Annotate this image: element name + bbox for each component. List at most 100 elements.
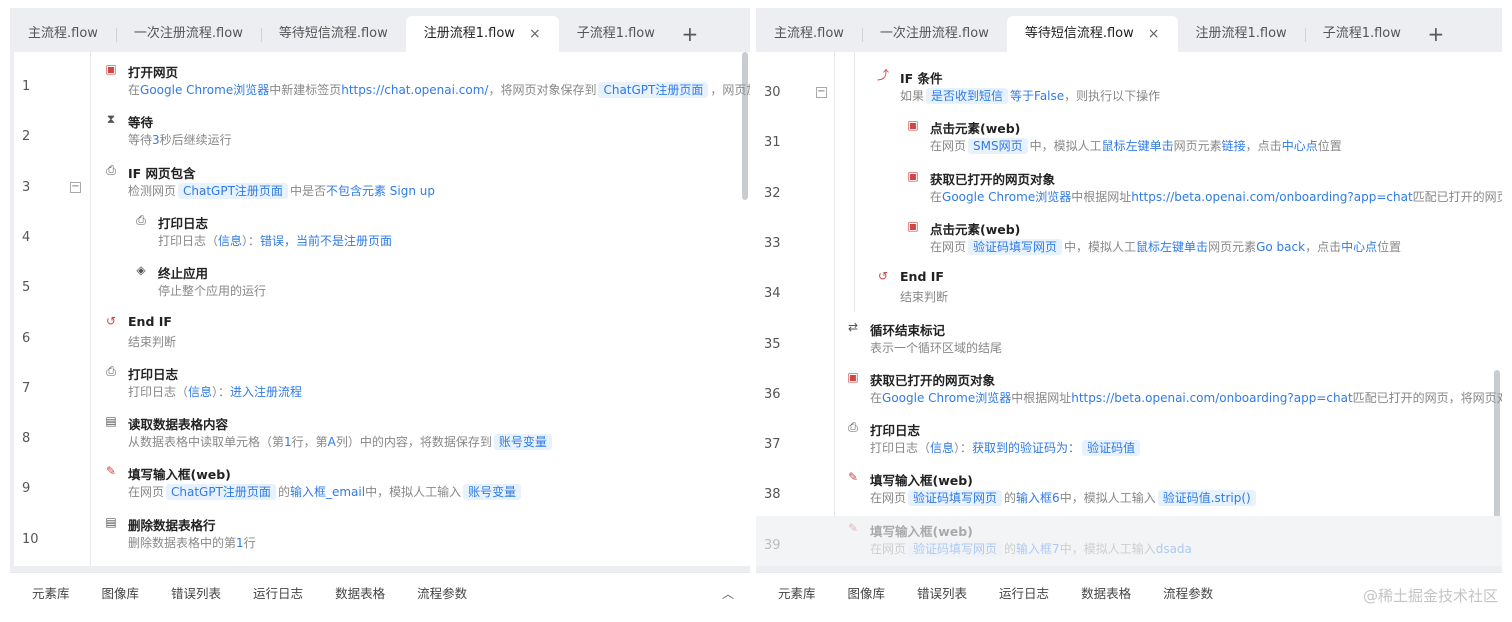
flow-step-row[interactable]: 4 ⎙ 打印日志 打印日志（信息）：错误，当前不是注册页面 xyxy=(14,208,750,258)
step-icon: ▣ xyxy=(907,218,919,233)
file-tab[interactable]: 注册流程1.flow xyxy=(1178,16,1305,52)
collapse-toggle-icon[interactable]: − xyxy=(70,181,81,193)
flow-step-row[interactable]: 39 ✎ 填写输入框(web) 在网页 验证码填写网页 的输入框7中，模拟人工输入dsad… xyxy=(756,515,1502,566)
step-icon: ⎙ xyxy=(136,212,146,227)
collapse-toggle-icon[interactable]: − xyxy=(816,87,827,98)
line-number: 4 xyxy=(22,229,31,245)
bottom-tab[interactable]: 流程参数 xyxy=(1163,583,1213,602)
bottom-tab[interactable]: 错误列表 xyxy=(917,583,967,602)
file-tab[interactable]: 一次注册流程.flow xyxy=(115,16,261,52)
close-icon[interactable]: × xyxy=(1148,16,1160,52)
description-part: ，将网页对象保存到 xyxy=(488,83,597,97)
line-number: 38 xyxy=(764,487,781,503)
description-part: 从数据表格中读取单元格（第 xyxy=(128,435,285,450)
step-description: 等待3秒后继续运行 xyxy=(128,131,232,148)
flow-editor[interactable]: 1 ▣ 打开网页 在Google Chrome浏览器中新建标签页https://cha… xyxy=(14,52,750,566)
flow-editor[interactable]: 30 − ⤴ IF 条件 如果 是否收到短信 等于False，则执行以下操作 31 ▣ 点击元素(… xyxy=(756,52,1502,566)
add-tab-icon[interactable]: + xyxy=(673,16,707,52)
bottom-tab[interactable]: 错误列表 xyxy=(171,583,221,602)
file-tab[interactable]: 子流程1.flow xyxy=(1304,16,1419,52)
line-number: 1 xyxy=(22,79,31,94)
step-description: 打印日志（信息）：进入注册流程 xyxy=(128,383,302,400)
flow-step-row[interactable]: 3 − ⎙ IF 网页包含 检测网页 ChatGPT注册页面 中是否不包含元素 Sign u… xyxy=(14,158,750,208)
flow-step-row[interactable]: 31 ▣ 点击元素(web) 在网页 SMS网页 中，模拟人工鼠标左键单击网页元素链接，点… xyxy=(756,113,1502,163)
step-title: 删除数据表格行 xyxy=(128,517,216,533)
bottom-tab[interactable]: 图像库 xyxy=(848,583,886,602)
line-number: 2 xyxy=(22,129,31,145)
file-tab[interactable]: 等待短信流程.flow × xyxy=(1006,16,1178,52)
description-part: ）： xyxy=(954,441,973,456)
flow-step-row[interactable]: 9 ✎ 填写输入框(web) 在网页 ChatGPT注册页面 的输入框_email中，模拟… xyxy=(14,459,750,509)
tab-label: 一次注册流程.flow xyxy=(879,26,989,41)
bottom-tab[interactable]: 数据表格 xyxy=(335,583,385,602)
flow-step-row[interactable]: 32 ▣ 获取已打开的网页对象 在Google Chrome浏览器中根据网址https… xyxy=(756,164,1502,214)
file-tab[interactable]: 注册流程1.flow × xyxy=(405,16,559,52)
flow-step-row[interactable]: 6 ↺ End IF 结束判断 xyxy=(14,309,750,359)
close-icon[interactable]: × xyxy=(529,16,541,52)
description-part: 位置 xyxy=(1377,239,1402,254)
file-tab[interactable]: 子流程1.flow xyxy=(559,16,673,52)
flow-step-row[interactable]: 10 ▤ 删除数据表格行 删除数据表格中的第1行 xyxy=(14,510,750,560)
description-part: Google Chrome浏览器 xyxy=(882,390,1012,405)
description-part: 中根据网址 xyxy=(1011,390,1072,405)
step-description: 在Google Chrome浏览器中根据网址https://beta.opena… xyxy=(870,389,1502,406)
line-number: 35 xyxy=(764,336,781,352)
bottom-tab[interactable]: 元素库 xyxy=(778,583,816,602)
file-tab[interactable]: 等待短信流程.flow xyxy=(260,16,406,52)
flow-step-row[interactable]: 35 ⇄ 循环结束标记 表示一个循环区域的结尾 xyxy=(756,315,1502,365)
bottom-panel-tabs: 元素库 图像库 错误列表 运行日志 数据表格 流程参数 ︿ xyxy=(10,572,750,612)
add-tab-icon[interactable]: + xyxy=(1419,16,1453,52)
description-part: 获取到的验证码为： xyxy=(972,441,1081,456)
description-part: 如果 xyxy=(900,89,925,103)
flow-step-row[interactable]: 2 ⧗ 等待 等待3秒后继续运行 xyxy=(14,107,750,157)
flow-step-row[interactable]: 7 ⎙ 打印日志 打印日志（信息）：进入注册流程 xyxy=(14,359,750,409)
description-part: 链接 xyxy=(1221,139,1246,154)
tab-label: 子流程1.flow xyxy=(576,26,655,41)
description-part: https://beta.openai.com/onboarding?app=c… xyxy=(1131,189,1413,204)
step-title: 点击元素(web) xyxy=(930,221,1021,237)
bottom-tab[interactable]: 数据表格 xyxy=(1081,583,1131,602)
description-part: 中，模拟人工 xyxy=(1029,139,1102,154)
bottom-tab[interactable]: 流程参数 xyxy=(417,583,467,602)
right-editor-pane: 主流程.flow 一次注册流程.flow 等待短信流程.flow × 注册流程1.flo… xyxy=(754,0,1512,622)
step-icon: ✎ xyxy=(105,464,117,479)
flow-step-row[interactable]: 8 ▤ 读取数据表格内容 从数据表格中读取单元格（第1行，第A列）中的内容，将数据保存… xyxy=(14,409,750,459)
flow-step-row[interactable]: 34 ↺ End IF 结束判断 xyxy=(756,264,1502,314)
description-part: 等待 xyxy=(128,133,153,148)
step-description: 停止整个应用的运行 xyxy=(158,282,266,299)
description-part: 中，模拟人工输入 xyxy=(1059,491,1156,506)
step-description: 在网页 验证码填写网页 的输入框6中，模拟人工输入 验证码值.strip() xyxy=(870,489,1258,507)
flow-step-row[interactable]: 37 ⎙ 打印日志 打印日志（信息）：获取到的验证码为： 验证码值 xyxy=(756,415,1502,465)
tab-label: 主流程.flow xyxy=(774,26,844,41)
description-part: 打印日志（ xyxy=(870,441,931,456)
line-number: 31 xyxy=(764,135,781,151)
bottom-tab[interactable]: 运行日志 xyxy=(999,583,1049,602)
line-number: 34 xyxy=(764,286,781,302)
step-title: 打印日志 xyxy=(128,366,179,382)
file-tab[interactable]: 主流程.flow xyxy=(10,16,116,52)
file-tab[interactable]: 一次注册流程.flow xyxy=(861,16,1007,52)
flow-step-row[interactable]: 36 ▣ 获取已打开的网页对象 在Google Chrome浏览器中根据网址https… xyxy=(756,365,1502,415)
flow-step-row[interactable]: 38 ✎ 填写输入框(web) 在网页 验证码填写网页 的输入框6中，模拟人工输入 验证码值… xyxy=(756,465,1502,515)
variable-tag: SMS网页 xyxy=(968,138,1028,155)
step-title: End IF xyxy=(128,313,172,329)
file-tab[interactable]: 主流程.flow xyxy=(756,16,862,52)
step-title: 终止应用 xyxy=(158,266,209,282)
flow-step-row[interactable]: 1 ▣ 打开网页 在Google Chrome浏览器中新建标签页https://cha… xyxy=(14,57,750,107)
left-editor-pane: 主流程.flow 一次注册流程.flow 等待短信流程.flow 注册流程1.flow… xyxy=(0,0,752,622)
step-title: IF 网页包含 xyxy=(128,165,196,181)
flow-step-row[interactable]: 33 ▣ 点击元素(web) 在网页 验证码填写网页 中，模拟人工鼠标左键单击网页元素Go… xyxy=(756,214,1502,264)
description-part: 输入框6 xyxy=(1016,491,1060,506)
flow-step-row[interactable]: 5 ◈ 终止应用 停止整个应用的运行 xyxy=(14,258,750,308)
collapse-panel-chevron-icon[interactable]: ︿ xyxy=(722,585,734,602)
bottom-tab[interactable]: 元素库 xyxy=(32,583,70,602)
flow-step-row[interactable]: 30 − ⤴ IF 条件 如果 是否收到短信 等于False，则执行以下操作 xyxy=(756,63,1502,113)
description-part: 位置 xyxy=(1317,139,1342,154)
step-description: 在网页 验证码填写网页 中，模拟人工鼠标左键单击网页元素Go back，点击中心点位… xyxy=(930,238,1401,255)
description-part: ）： xyxy=(212,384,231,399)
bottom-tab[interactable]: 运行日志 xyxy=(253,583,303,602)
bottom-tab[interactable]: 图像库 xyxy=(102,583,140,602)
step-icon: ▣ xyxy=(907,168,919,183)
variable-tag: 账号变量 xyxy=(493,434,552,451)
description-part: 匹配已打开的网页 xyxy=(1412,189,1502,204)
